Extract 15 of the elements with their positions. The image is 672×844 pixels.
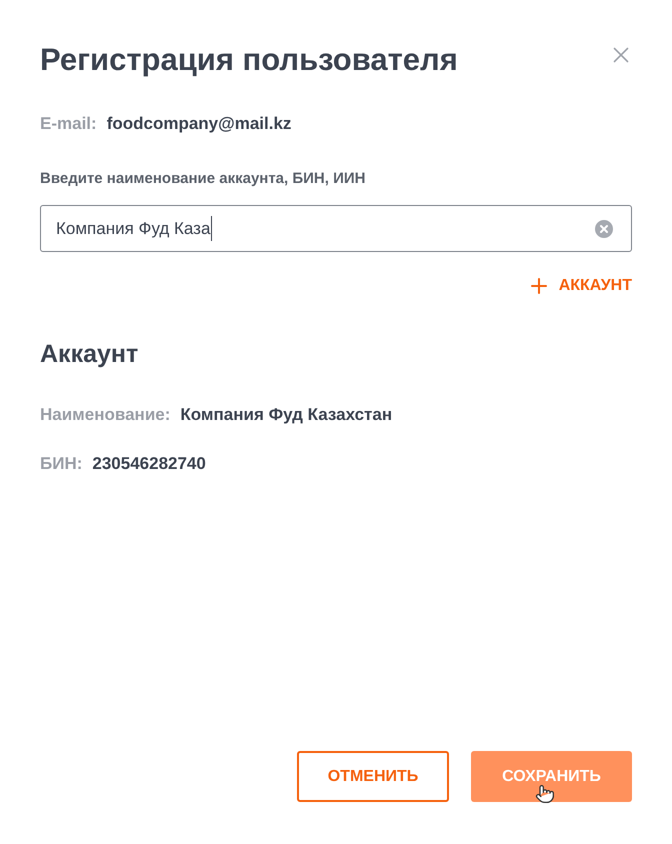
field-value: 230546282740: [92, 453, 206, 475]
search-field[interactable]: Компания Фуд Каза: [40, 205, 632, 252]
save-button[interactable]: СОХРАНИТЬ: [471, 751, 632, 802]
add-account-button[interactable]: АККАУНТ: [526, 274, 632, 298]
field-label: БИН:: [40, 453, 82, 475]
dialog-title: Регистрация пользователя: [40, 41, 458, 79]
field-value: Компания Фуд Казахстан: [180, 404, 392, 426]
email-value: foodcompany@mail.kz: [106, 113, 292, 135]
account-title: Аккаунт: [40, 339, 140, 370]
search-value: Компания Фуд Каза: [56, 216, 212, 242]
email-label: E-mail:: [40, 113, 97, 135]
search-label: Введите наименование аккаунта, БИН, ИИН: [40, 168, 366, 188]
field-label: Наименование:: [40, 404, 170, 426]
cursor-icon: [535, 784, 555, 804]
cancel-button[interactable]: ОТМЕНИТЬ: [297, 751, 449, 802]
